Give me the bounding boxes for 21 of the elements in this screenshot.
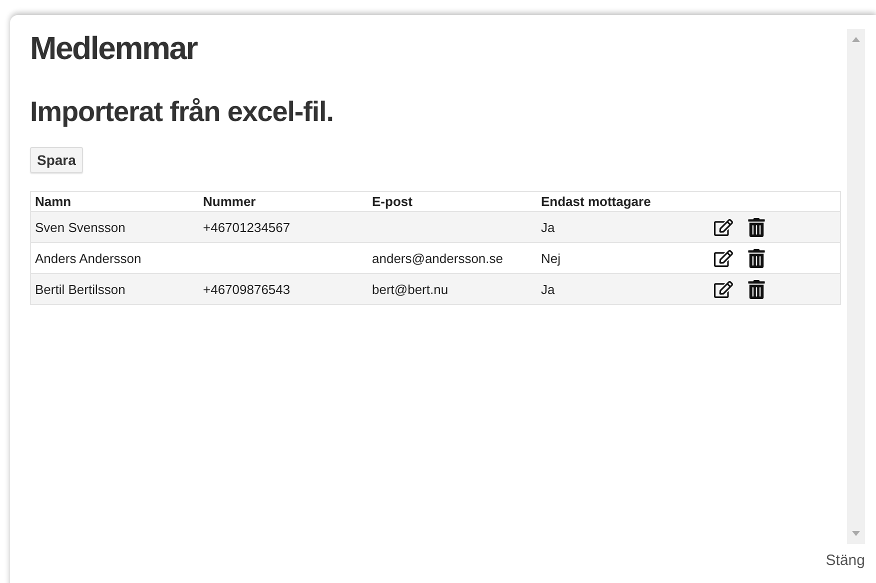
trash-icon[interactable] bbox=[747, 248, 766, 268]
save-button[interactable]: Spara bbox=[30, 147, 83, 173]
table-cell: Ja bbox=[541, 282, 555, 296]
table-cell: Nej bbox=[541, 250, 561, 266]
trash-icon[interactable] bbox=[747, 280, 766, 298]
edit-icon[interactable] bbox=[714, 218, 733, 236]
section-heading: Importerat från excel-fil. bbox=[30, 95, 334, 129]
edit-icon[interactable] bbox=[714, 248, 733, 268]
dialog-title: Medlemmar bbox=[30, 29, 199, 67]
trash-icon[interactable] bbox=[747, 218, 766, 236]
edit-icon[interactable] bbox=[714, 280, 733, 298]
close-link[interactable]: Stäng bbox=[826, 552, 865, 569]
table-cell: anders@andersson.se bbox=[372, 250, 503, 266]
table-cell: +46701234567 bbox=[203, 220, 290, 234]
table-cell: Ja bbox=[541, 220, 555, 234]
table-cell: bert@bert.nu bbox=[372, 282, 448, 296]
scrollbar[interactable] bbox=[847, 29, 865, 544]
table-cell: Anders Andersson bbox=[35, 250, 142, 266]
table-cell: Bertil Bertilsson bbox=[35, 282, 126, 296]
table-cell: +46709876543 bbox=[203, 282, 290, 296]
table-cell: Sven Svensson bbox=[35, 220, 126, 234]
